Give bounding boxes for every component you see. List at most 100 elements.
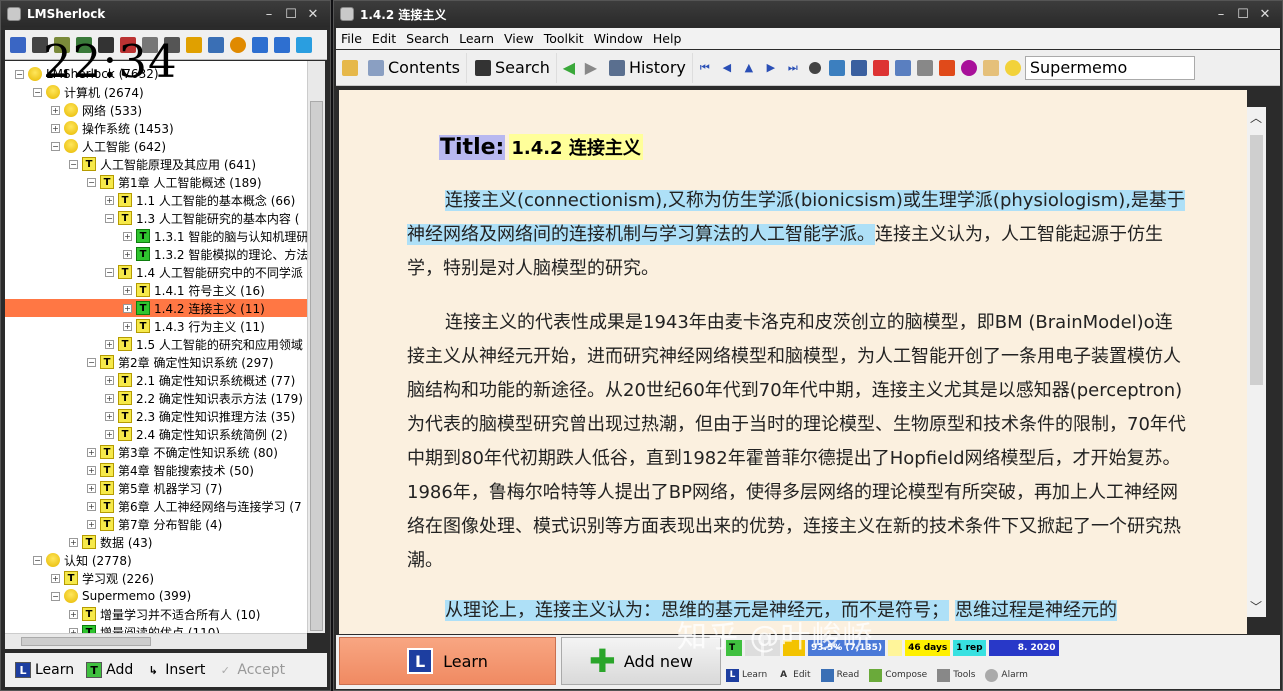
expand-toggle-icon[interactable]: + [123, 321, 132, 331]
scroll-thumb[interactable] [310, 101, 323, 631]
expand-toggle-icon[interactable]: + [105, 375, 114, 385]
tree-node[interactable]: + T 2.4 确定性知识系统简例 (2) [105, 425, 288, 443]
parent-icon[interactable]: ▲ [739, 57, 759, 79]
expand-toggle-icon[interactable]: − [105, 267, 114, 277]
minimize-icon[interactable]: – [1210, 5, 1232, 23]
expand-toggle-icon[interactable]: + [51, 123, 60, 133]
close-icon[interactable]: ✕ [1254, 5, 1276, 23]
tree-node[interactable]: + T 增量阅读的优点 (110) [69, 623, 220, 633]
tree-node[interactable]: + T 第5章 机器学习 (7) [87, 479, 222, 497]
contents-button[interactable]: Contents [362, 52, 467, 83]
search-input[interactable] [1024, 55, 1195, 80]
expand-toggle-icon[interactable]: + [51, 573, 60, 583]
expand-toggle-icon[interactable]: + [105, 411, 114, 421]
tree-node[interactable]: + 操作系统 (1453) [51, 119, 174, 137]
menu-help[interactable]: Help [648, 31, 687, 46]
tree-node[interactable]: + T 数据 (43) [69, 533, 152, 551]
expand-toggle-icon[interactable]: + [69, 537, 78, 547]
expand-toggle-icon[interactable]: + [123, 231, 132, 241]
tree-node-selected[interactable]: + T 1.4.2 连接主义 (11) [5, 299, 307, 317]
minimize-icon[interactable]: – [258, 5, 280, 23]
expand-toggle-icon[interactable]: + [105, 429, 114, 439]
tree-node[interactable]: + T 学习观 (226) [51, 569, 154, 587]
print-icon[interactable] [915, 57, 935, 79]
left-titlebar[interactable]: LMSherlock – ☐ ✕ [1, 1, 330, 27]
tree-node[interactable]: − T 第2章 确定性知识系统 (297) [87, 353, 274, 371]
learn-button[interactable]: L Learn [11, 657, 78, 683]
expand-toggle-icon[interactable]: − [105, 213, 114, 223]
last-icon[interactable]: ⏭ [783, 57, 803, 79]
export-icon[interactable] [184, 34, 204, 56]
expand-toggle-icon[interactable]: + [87, 447, 96, 457]
tree-node[interactable]: + T 1.5 人工智能的研究和应用领域 [105, 335, 303, 353]
add-button[interactable]: T Add [82, 657, 137, 683]
tree-node[interactable]: − T 1.4 人工智能研究中的不同学派 [105, 263, 303, 281]
tree-node[interactable]: + T 1.3.2 智能模拟的理论、方法 [123, 245, 307, 263]
menu-file[interactable]: File [336, 31, 367, 46]
person-icon[interactable] [981, 57, 1001, 79]
tab-tools[interactable]: Tools [937, 668, 975, 682]
menu-edit[interactable]: Edit [367, 31, 401, 46]
expand-toggle-icon[interactable]: − [51, 141, 60, 151]
tree-node[interactable]: + T 第4章 智能搜索技术 (50) [87, 461, 254, 479]
tree-node[interactable]: + T 2.1 确定性知识系统概述 (77) [105, 371, 295, 389]
right-titlebar[interactable]: 1.4.2 连接主义 – ☐ ✕ [334, 1, 1282, 27]
history-button[interactable]: History [603, 52, 693, 83]
office-icon[interactable] [937, 57, 957, 79]
menu-learn[interactable]: Learn [454, 31, 499, 46]
zoom-icon[interactable] [805, 57, 825, 79]
tree-node[interactable]: + T 1.1 人工智能的基本概念 (66) [105, 191, 295, 209]
tree-node[interactable]: + T 2.2 确定性知识表示方法 (179) [105, 389, 303, 407]
menu-window[interactable]: Window [589, 31, 648, 46]
tree-node[interactable]: + T 增量学习并不适合所有人 (10) [69, 605, 260, 623]
tree-node[interactable]: + T 第7章 分布智能 (4) [87, 515, 222, 533]
scroll-down-icon[interactable]: ﹀ [1250, 598, 1262, 615]
redo-icon[interactable] [272, 34, 292, 56]
google-icon[interactable] [871, 57, 891, 79]
expand-toggle-icon[interactable]: + [105, 393, 114, 403]
tree-node[interactable]: − 认知 (2778) [33, 551, 132, 569]
close-icon[interactable]: ✕ [302, 5, 324, 23]
scroll-thumb[interactable] [21, 637, 151, 646]
expand-toggle-icon[interactable]: + [105, 195, 114, 205]
menu-view[interactable]: View [499, 31, 539, 46]
expand-toggle-icon[interactable]: + [87, 501, 96, 511]
knowledge-tree[interactable]: − LMSherlock (7632) − 计算机 (2674) + 网络 (533) + 操… [5, 61, 307, 633]
expand-toggle-icon[interactable]: − [15, 69, 24, 79]
tree-node[interactable]: + T 1.3.1 智能的脑与认知机理研 [123, 227, 307, 245]
help-icon[interactable] [959, 57, 979, 79]
tree-node[interactable]: − T 1.3 人工智能研究的基本内容 ( [105, 209, 299, 227]
picture-icon[interactable] [827, 57, 847, 79]
expand-toggle-icon[interactable]: − [33, 87, 42, 97]
expand-toggle-icon[interactable]: + [123, 249, 132, 259]
prev-icon[interactable]: ◀ [717, 57, 737, 79]
expand-toggle-icon[interactable]: + [105, 339, 114, 349]
expand-toggle-icon[interactable]: − [87, 177, 96, 187]
open-folder-icon[interactable] [340, 57, 360, 79]
tree-node[interactable]: + T 1.4.3 行为主义 (11) [123, 317, 265, 335]
refresh-icon[interactable] [294, 34, 314, 56]
tree-node[interactable]: − T 人工智能原理及其应用 (641) [69, 155, 256, 173]
bulb-icon[interactable] [1003, 57, 1023, 79]
tab-compose[interactable]: Compose [869, 668, 927, 682]
expand-toggle-icon[interactable]: + [51, 105, 60, 115]
tree-node[interactable]: − 人工智能 (642) [51, 137, 166, 155]
expand-toggle-icon[interactable]: + [123, 285, 132, 295]
tree-node[interactable]: + 网络 (533) [51, 101, 142, 119]
tree-node[interactable]: + T 第3章 不确定性知识系统 (80) [87, 443, 278, 461]
expand-toggle-icon[interactable]: + [87, 483, 96, 493]
scroll-thumb[interactable] [1250, 135, 1263, 385]
list-icon[interactable] [8, 34, 28, 56]
maximize-icon[interactable]: ☐ [1232, 5, 1254, 23]
tree-node[interactable]: + T 第6章 人工神经网络与连接学习 (7 [87, 497, 302, 515]
learn-button[interactable]: L Learn [339, 637, 556, 685]
expand-toggle-icon[interactable]: + [123, 303, 132, 313]
tree-horizontal-scrollbar[interactable] [5, 633, 307, 649]
tree-node[interactable]: + T 1.4.1 符号主义 (16) [123, 281, 265, 299]
expand-toggle-icon[interactable]: + [87, 465, 96, 475]
forward-icon[interactable]: ▶ [581, 57, 601, 79]
expand-toggle-icon[interactable]: − [51, 591, 60, 601]
tab-learn[interactable]: L Learn [726, 668, 767, 682]
element-content[interactable]: Title: 1.4.2 连接主义 连接主义(connectionism),又称… [339, 90, 1247, 634]
book-icon[interactable] [849, 57, 869, 79]
